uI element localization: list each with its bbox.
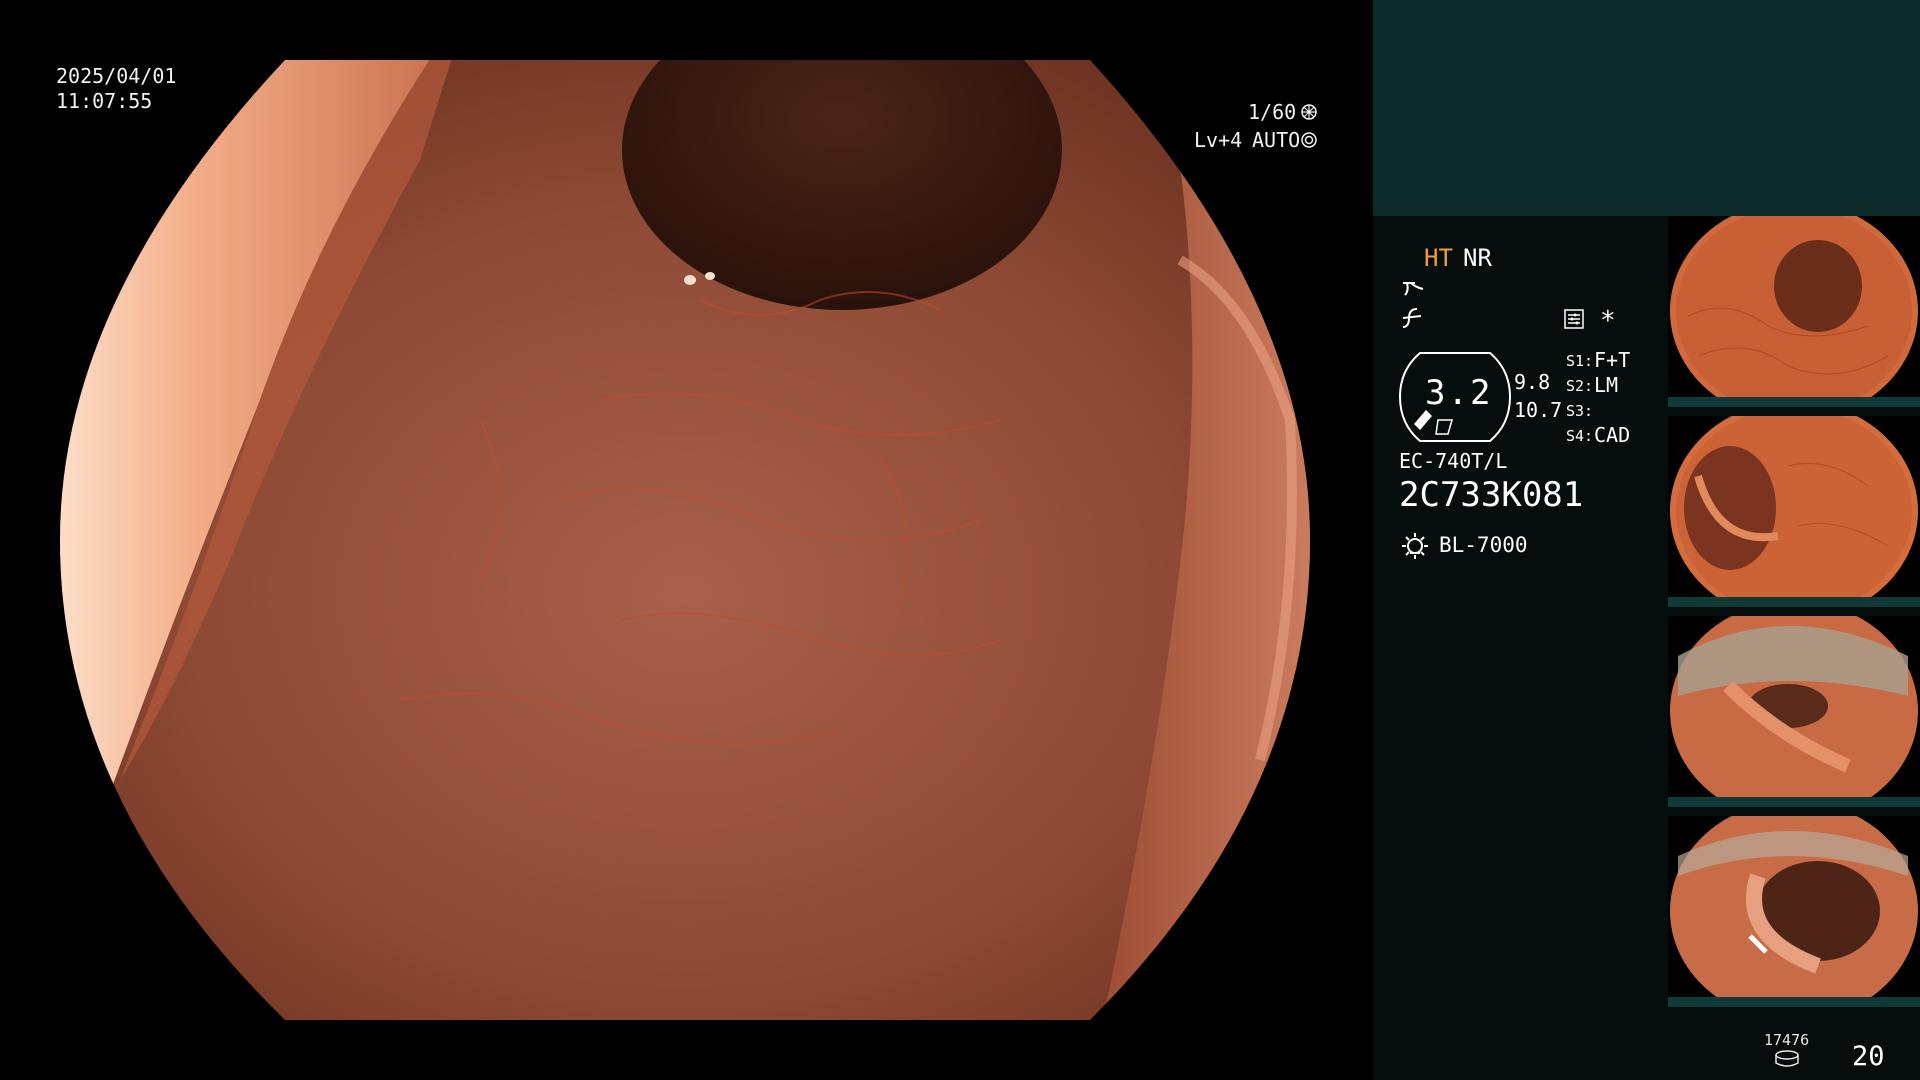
scope-model: EC-740T/L <box>1399 449 1508 473</box>
thumbnail-2[interactable] <box>1668 416 1920 607</box>
enhance-icon <box>1401 277 1425 297</box>
contrast-icon <box>1401 307 1425 329</box>
panel-header-area <box>1373 0 1920 216</box>
storage-count: 17476 <box>1764 1031 1810 1049</box>
thumbnail-1[interactable] <box>1668 216 1920 407</box>
shutter-readout: 1/60 <box>1248 100 1297 124</box>
scope-serial: 2C733K081 <box>1399 475 1584 515</box>
storage-icon <box>1774 1050 1800 1068</box>
image-count: 20 <box>1852 1041 1885 1072</box>
endoscope-main-view: 2025/04/01 11:07:55 1/60 Lv+4 AUTO <box>0 0 1372 1080</box>
s1-value: F+T <box>1594 348 1631 372</box>
light-source-icon <box>1400 531 1430 561</box>
asterisk-marker: * <box>1600 306 1616 336</box>
time-readout: 11:07:55 <box>56 89 153 113</box>
s1-label: S1: <box>1566 352 1594 370</box>
date-readout: 2025/04/01 <box>56 64 177 88</box>
s4-value: CAD <box>1594 423 1631 447</box>
zoom-value: 3.2 <box>1425 373 1493 413</box>
settings-icon <box>1563 308 1585 330</box>
thumbnail-4[interactable] <box>1668 816 1920 1007</box>
thumbnail-bar <box>1668 597 1920 607</box>
zoom-lower: 10.7 <box>1514 398 1563 422</box>
s2-value: LM <box>1594 373 1619 397</box>
mode-ht: HT <box>1424 244 1453 272</box>
light-source-label: BL-7000 <box>1439 533 1528 557</box>
level-readout: Lv+4 <box>1194 128 1243 152</box>
thumbnail-bar <box>1668 797 1920 807</box>
s2-label: S2: <box>1566 377 1594 395</box>
shutter-icon <box>1301 104 1317 120</box>
s4-label: S4: <box>1566 427 1594 445</box>
thumbnail-bar <box>1668 397 1920 407</box>
endoscopic-image <box>60 60 1310 1020</box>
thumbnail-bar <box>1668 997 1920 1007</box>
s3-label: S3: <box>1566 402 1594 420</box>
iris-icon <box>1301 132 1317 148</box>
mode-nr: NR <box>1463 244 1492 272</box>
zoom-upper: 9.8 <box>1514 370 1551 394</box>
thumbnail-3[interactable] <box>1668 616 1920 807</box>
iris-mode-readout: AUTO <box>1252 128 1301 152</box>
